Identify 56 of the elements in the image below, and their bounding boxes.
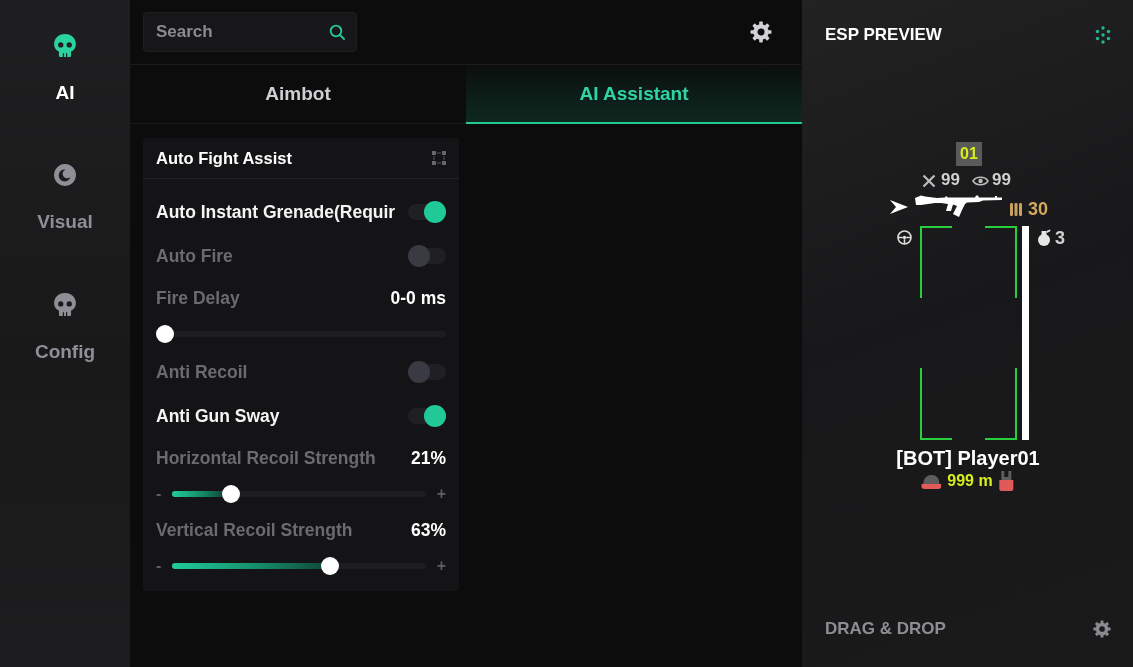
setting-value: 0-0 ms [390, 287, 446, 309]
setting-label: Anti Gun Sway [156, 405, 280, 427]
moon-icon [54, 164, 76, 186]
slider-thumb[interactable] [156, 325, 174, 343]
bullets-icon [1010, 203, 1022, 216]
slider-thumb[interactable] [221, 485, 240, 503]
grenade-icon [1037, 229, 1051, 246]
decrease-button[interactable]: - [156, 485, 162, 503]
arrow-icon [890, 199, 908, 215]
slider-track[interactable] [172, 557, 426, 575]
team-number-badge: 01 [956, 142, 982, 166]
eye-icon [972, 175, 989, 187]
skull-icon [54, 34, 76, 57]
distance-text: 999 m [947, 471, 993, 491]
setting-label: Vertical Recoil Strength [156, 519, 353, 541]
slider-fill [172, 491, 222, 497]
setting-label: Auto Fire [156, 245, 233, 267]
toggle-switch[interactable] [408, 361, 446, 383]
vest-icon [998, 471, 1015, 491]
tab[interactable]: AI Assistant [466, 65, 802, 124]
sidebar-item[interactable]: Config [34, 293, 96, 363]
toggle-switch[interactable] [408, 405, 446, 427]
settings-icon[interactable] [1093, 619, 1111, 638]
skull-icon [54, 293, 76, 316]
settings-icon[interactable] [750, 21, 772, 43]
ammo-count: 30 [1028, 199, 1049, 219]
increase-button[interactable]: + [436, 485, 446, 503]
panel-title: ESP PREVIEW [825, 25, 942, 45]
increase-button[interactable]: + [436, 557, 446, 575]
toggle-switch[interactable] [408, 201, 446, 223]
corner-squares-icon[interactable] [432, 151, 446, 165]
steering-wheel-icon [897, 230, 912, 245]
setting-label: Horizontal Recoil Strength [156, 447, 376, 469]
search-field[interactable]: Search [143, 12, 357, 52]
sidebar-item[interactable]: Visual [37, 164, 93, 233]
search-icon[interactable] [329, 24, 345, 40]
decrease-button[interactable]: - [156, 557, 162, 575]
slider-track[interactable] [172, 485, 426, 503]
cross-icon [922, 174, 936, 188]
toggle-switch[interactable] [408, 245, 446, 267]
helmet-icon [921, 473, 942, 489]
setting-label: Fire Delay [156, 287, 240, 309]
setting-value: 63% [410, 519, 446, 541]
grenade-count: 3 [1055, 228, 1065, 248]
setting-label: Anti Recoil [156, 361, 248, 383]
slider-track[interactable] [156, 325, 446, 343]
card-title: Auto Fight Assist [156, 148, 292, 168]
slider-thumb[interactable] [320, 557, 339, 575]
dots-icon[interactable] [1095, 26, 1111, 44]
kills-count: 99 [941, 170, 960, 190]
setting-value: 21% [410, 447, 446, 469]
player-name: [BOT] Player01 [896, 446, 1040, 470]
setting-label: Auto Instant Grenade(Requir [156, 201, 396, 223]
sidebar-item[interactable]: AI [54, 34, 76, 104]
spectator-count: 99 [992, 170, 1011, 190]
drag-drop-label: DRAG & DROP [825, 618, 946, 639]
